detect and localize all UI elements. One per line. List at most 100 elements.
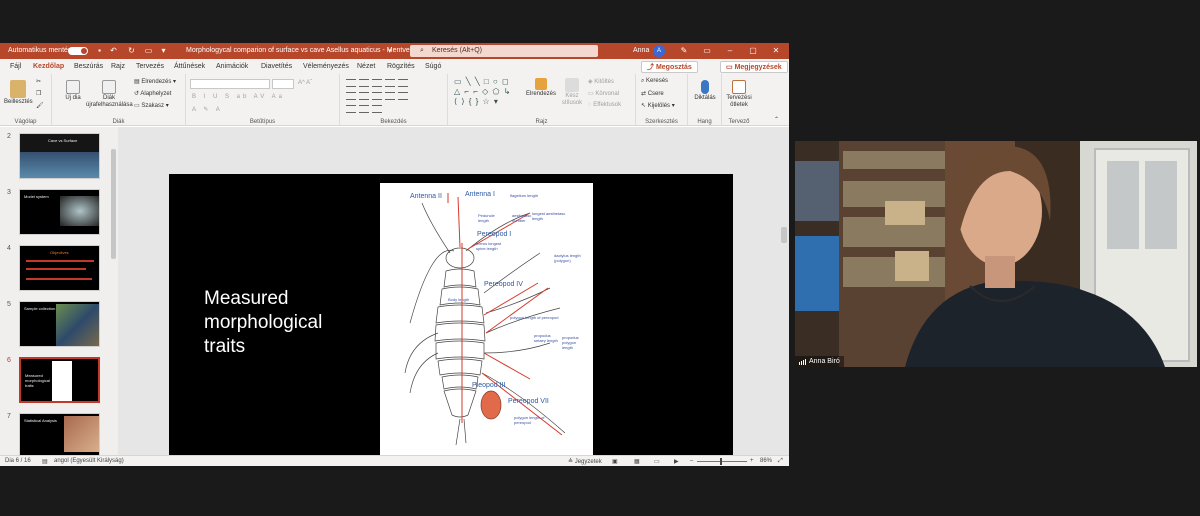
- slide-editing-area: Measured morphological traits Antenna II…: [118, 127, 789, 466]
- group-paragraph: Bekezdés: [340, 74, 448, 126]
- slideshow-view-icon[interactable]: ▶: [674, 458, 679, 465]
- thumbnail-image: [20, 152, 99, 178]
- tab-animations[interactable]: Animációk: [216, 63, 248, 70]
- label-propodus-setae: propodus setaey length: [534, 333, 558, 343]
- title-dropdown-icon[interactable]: ▾: [388, 47, 392, 55]
- document-title[interactable]: Morphologycal comparion of surface vs ca…: [186, 47, 410, 54]
- font-grow-icon[interactable]: A^ Aˇ: [298, 80, 312, 86]
- font-size-field[interactable]: [272, 79, 294, 89]
- format-painter-icon[interactable]: 🖌: [36, 102, 44, 109]
- slide-thumbnail-2[interactable]: Cave vs Surface: [19, 133, 100, 179]
- comment-icon: ▭: [726, 64, 735, 71]
- collapse-ribbon-icon[interactable]: ⌃: [774, 116, 779, 123]
- slide-thumbnail-3[interactable]: Model system: [19, 189, 100, 235]
- reading-view-icon[interactable]: ▭: [654, 458, 660, 465]
- fill-label: Kitöltés: [594, 79, 614, 85]
- maximize-icon[interactable]: ▢: [746, 45, 760, 57]
- tab-review[interactable]: Véleményezés: [303, 63, 349, 70]
- scrollbar-thumb[interactable]: [111, 149, 116, 259]
- fit-slide-icon[interactable]: ⤢: [778, 458, 783, 465]
- tab-slideshow[interactable]: Diavetítés: [261, 63, 292, 70]
- outline-label: Körvonal: [595, 91, 620, 97]
- zoom-slider[interactable]: [697, 458, 747, 465]
- slide-title[interactable]: Measured morphological traits: [204, 287, 322, 359]
- effects-label: Effektusok: [593, 102, 622, 108]
- zoom-level[interactable]: 86%: [760, 458, 772, 464]
- reset-button[interactable]: ↺ Alaphelyzet: [134, 90, 171, 97]
- customize-toolbar-icon[interactable]: ▾: [158, 45, 169, 56]
- normal-view-icon[interactable]: ▣: [612, 458, 618, 465]
- thumbnail-image: [60, 196, 99, 226]
- language-indicator[interactable]: angol (Egyesült Királyság): [54, 458, 124, 464]
- save-icon[interactable]: ▪: [94, 45, 105, 56]
- font-color-buttons[interactable]: A ✎ A: [192, 106, 223, 113]
- avatar[interactable]: A: [653, 45, 665, 57]
- group-font: A^ Aˇ B I U S ab AV Aa A ✎ A Betűtípus: [186, 74, 340, 126]
- label-peduncle: Peduncle length: [478, 213, 495, 223]
- zoom-out-icon[interactable]: –: [690, 458, 693, 464]
- dictate-button[interactable]: Diktálás: [690, 80, 720, 101]
- quick-styles-button[interactable]: Kész stílusok: [558, 78, 586, 107]
- slide-thumbnail-5[interactable]: Sample collection: [19, 301, 100, 347]
- font-name-field[interactable]: [190, 79, 270, 89]
- search-box[interactable]: ⌕ Keresés (Alt+Q): [410, 45, 598, 57]
- tab-draw[interactable]: Rajz: [111, 63, 125, 70]
- slide-sorter-icon[interactable]: ▦: [634, 458, 640, 465]
- find-button[interactable]: ⌕ Keresés: [641, 78, 668, 85]
- tab-home[interactable]: Kezdőlap: [33, 63, 65, 76]
- reuse-slides-icon: [102, 80, 116, 94]
- pen-icon[interactable]: ✎: [677, 45, 691, 57]
- redo-icon[interactable]: ↻: [126, 45, 137, 56]
- morphology-figure[interactable]: Antenna II Antenna I Pereopod I Pereopod…: [380, 183, 593, 466]
- layout-button[interactable]: ▤ Elrendezés ▾: [134, 78, 176, 85]
- tab-insert[interactable]: Beszúrás: [74, 63, 103, 70]
- select-button[interactable]: ↖ Kijelölés ▾: [641, 102, 675, 109]
- minimize-icon[interactable]: –: [723, 45, 737, 57]
- current-slide[interactable]: Measured morphological traits Antenna II…: [169, 174, 733, 466]
- align-buttons[interactable]: [346, 92, 411, 102]
- shape-effects-button[interactable]: ◌ Effektusok: [588, 102, 621, 108]
- accessibility-icon[interactable]: ▤: [42, 458, 48, 465]
- notes-button[interactable]: ≜ Jegyzetek: [568, 458, 602, 465]
- slide-thumbnail-7[interactable]: Statistical Analysis: [19, 413, 100, 455]
- comments-button[interactable]: ▭ Megjegyzések: [720, 61, 788, 73]
- autosave-toggle[interactable]: [68, 47, 88, 55]
- tab-record[interactable]: Rögzítés: [387, 63, 415, 70]
- direction-buttons[interactable]: [346, 105, 385, 115]
- paste-button[interactable]: Beillesztés: [4, 80, 33, 105]
- close-icon[interactable]: ✕: [769, 45, 783, 57]
- quick-styles-label: Kész stílusok: [561, 93, 583, 106]
- arrange-button[interactable]: Elrendezés: [524, 78, 558, 97]
- design-ideas-button[interactable]: Tervezési ötletek: [724, 80, 754, 109]
- tab-transitions[interactable]: Áttűnések: [174, 63, 205, 70]
- zoom-in-icon[interactable]: +: [750, 458, 754, 464]
- share-button[interactable]: ⤴ Megosztás: [641, 61, 698, 73]
- font-style-buttons[interactable]: B I U S ab AV Aa: [192, 94, 285, 100]
- slide-thumbnail-4[interactable]: Objectives: [19, 245, 100, 291]
- thumbnail-number: 3: [7, 189, 11, 196]
- tab-help[interactable]: Súgó: [425, 63, 441, 70]
- thumbnail-scrollbar[interactable]: [111, 127, 116, 455]
- undo-icon[interactable]: ↶: [108, 45, 119, 56]
- new-slide-button[interactable]: Új dia: [60, 80, 86, 101]
- present-icon[interactable]: ▭: [143, 45, 154, 56]
- tab-design[interactable]: Tervezés: [136, 63, 164, 70]
- section-button[interactable]: ▭ Szakasz ▾: [134, 102, 169, 109]
- ribbon-display-icon[interactable]: ▭: [700, 45, 714, 57]
- shape-fill-button[interactable]: ◈ Kitöltés: [588, 78, 614, 85]
- editor-scrollbar[interactable]: [781, 127, 787, 455]
- scrollbar-thumb[interactable]: [781, 227, 787, 243]
- shapes-gallery[interactable]: ▭ ╲ ╲ □ ○ ◻ △ ⌐ ⌐ ◇ ⬠ ↳ ⟨ ⟩ { } ☆ ▾: [454, 77, 518, 107]
- signal-strength-icon: [799, 358, 807, 365]
- list-buttons[interactable]: [346, 79, 411, 89]
- copy-icon[interactable]: ❐: [36, 90, 41, 97]
- tab-view[interactable]: Nézet: [357, 63, 375, 70]
- slide-thumbnail-6[interactable]: Measured morphological traits: [19, 357, 100, 403]
- cut-icon[interactable]: ✂: [36, 78, 41, 85]
- shape-outline-button[interactable]: ▭ Körvonal: [588, 90, 619, 97]
- group-clipboard: Beillesztés ✂ ❐ 🖌 Vágólap: [0, 74, 52, 126]
- reuse-slides-button[interactable]: Diák újrafelhasználása: [86, 80, 133, 109]
- replace-icon: ⇄: [641, 91, 647, 97]
- replace-button[interactable]: ⇄ Csere: [641, 90, 664, 97]
- tab-file[interactable]: Fájl: [10, 63, 21, 70]
